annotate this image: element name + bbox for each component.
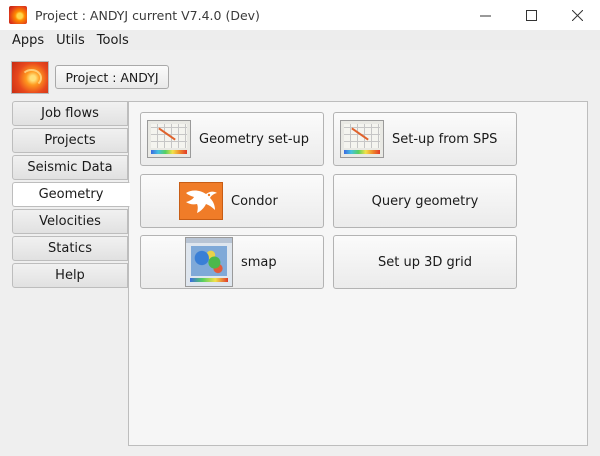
tab-job-flows[interactable]: Job flows	[12, 101, 128, 126]
smap-label: smap	[241, 254, 277, 270]
menu-tools[interactable]: Tools	[91, 33, 135, 48]
condor-label: Condor	[231, 193, 278, 209]
geometry-panel: Geometry set-up Set-up from SPS Condor Q…	[128, 101, 588, 446]
menu-utils[interactable]: Utils	[50, 33, 91, 48]
project-logo-icon	[11, 61, 49, 94]
close-icon	[571, 9, 583, 21]
app-logo-icon	[9, 6, 27, 24]
maximize-button[interactable]	[508, 0, 554, 30]
geometry-plot-icon	[340, 120, 384, 158]
geometry-plot-icon	[147, 120, 191, 158]
query-geometry-label: Query geometry	[371, 193, 479, 209]
minimize-button[interactable]	[462, 0, 508, 30]
condor-button[interactable]: Condor	[140, 174, 324, 228]
geometry-setup-label: Geometry set-up	[199, 131, 310, 147]
setup-from-sps-button[interactable]: Set-up from SPS	[333, 112, 517, 166]
setup-from-sps-label: Set-up from SPS	[392, 131, 498, 147]
map-thumbnail-icon	[185, 237, 233, 287]
category-tabs: Job flows Projects Seismic Data Geometry…	[12, 101, 130, 290]
project-button[interactable]: Project : ANDYJ	[55, 65, 169, 89]
tab-help[interactable]: Help	[12, 263, 128, 288]
window-controls	[462, 0, 600, 30]
menu-bar: Apps Utils Tools	[0, 30, 600, 50]
tab-velocities[interactable]: Velocities	[12, 209, 128, 234]
tab-statics[interactable]: Statics	[12, 236, 128, 261]
setup-3d-grid-label: Set up 3D grid	[378, 254, 472, 270]
maximize-icon	[525, 9, 537, 21]
geometry-setup-button[interactable]: Geometry set-up	[140, 112, 324, 166]
tab-geometry[interactable]: Geometry	[12, 182, 130, 207]
tab-seismic-data[interactable]: Seismic Data	[12, 155, 128, 180]
tab-projects[interactable]: Projects	[12, 128, 128, 153]
condor-icon	[179, 182, 223, 220]
menu-apps[interactable]: Apps	[6, 33, 50, 48]
minimize-icon	[479, 15, 491, 16]
close-button[interactable]	[554, 0, 600, 30]
setup-3d-grid-button[interactable]: Set up 3D grid	[333, 235, 517, 289]
window-title: Project : ANDYJ current V7.4.0 (Dev)	[35, 7, 260, 23]
query-geometry-button[interactable]: Query geometry	[333, 174, 517, 228]
title-bar: Project : ANDYJ current V7.4.0 (Dev)	[0, 0, 600, 30]
smap-button[interactable]: smap	[140, 235, 324, 289]
